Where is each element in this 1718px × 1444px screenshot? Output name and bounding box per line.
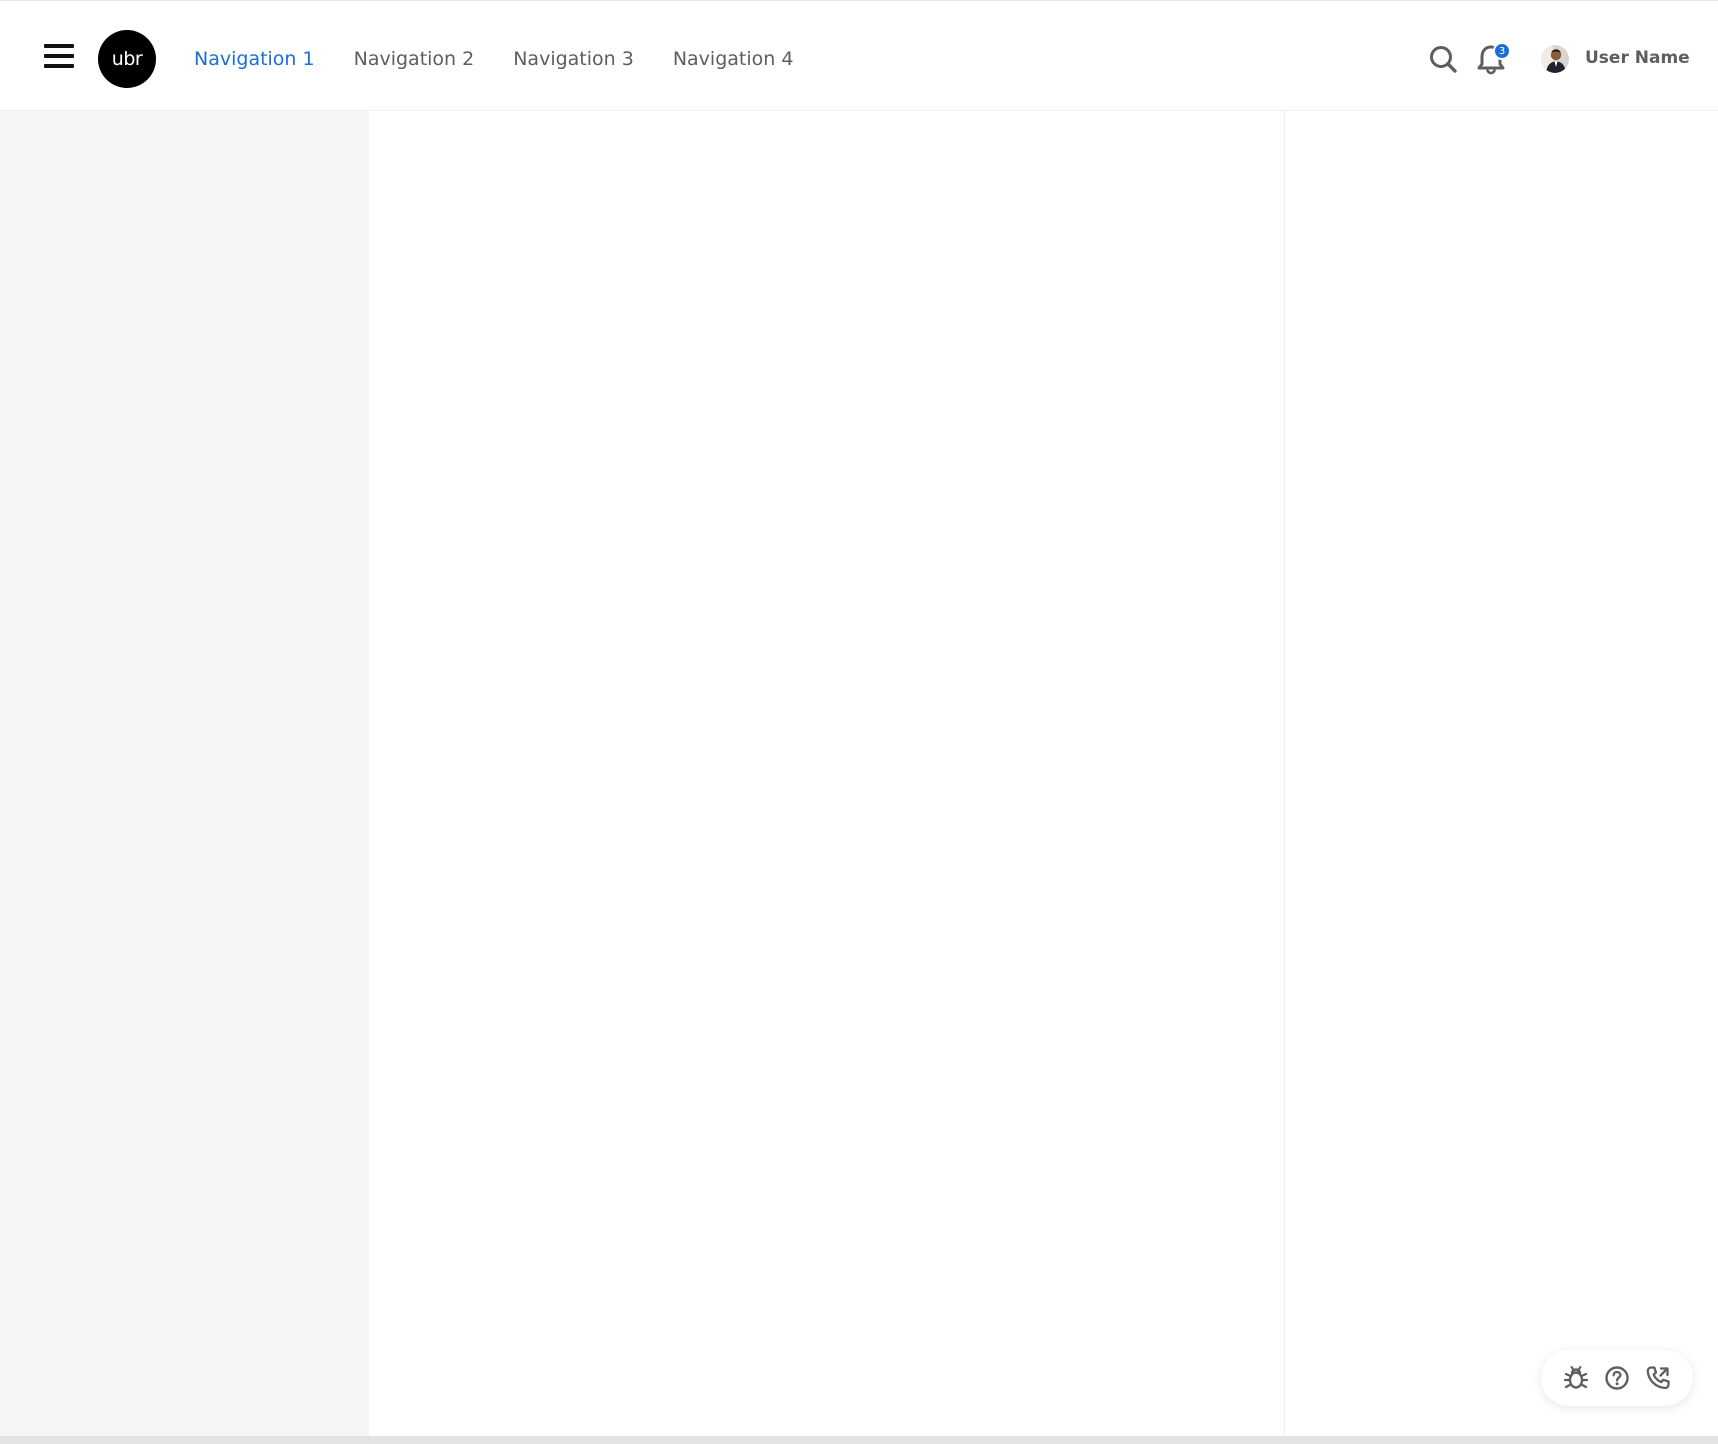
floating-action-group bbox=[1541, 1350, 1693, 1406]
nav-item-4[interactable]: Navigation 4 bbox=[673, 48, 794, 70]
left-sidebar bbox=[0, 111, 369, 1436]
main-content bbox=[369, 111, 1284, 1436]
user-name[interactable]: User Name bbox=[1585, 48, 1690, 68]
search-icon[interactable] bbox=[1428, 44, 1458, 74]
bug-icon[interactable] bbox=[1563, 1365, 1589, 1391]
nav-item-3[interactable]: Navigation 3 bbox=[513, 48, 634, 70]
nav-item-1[interactable]: Navigation 1 bbox=[194, 48, 315, 70]
logo[interactable]: ubr bbox=[98, 30, 156, 88]
avatar[interactable] bbox=[1541, 45, 1569, 73]
logo-text: ubr bbox=[111, 48, 143, 70]
notification-badge: 3 bbox=[1493, 42, 1511, 60]
primary-nav: Navigation 1 Navigation 2 Navigation 3 N… bbox=[194, 45, 832, 73]
hamburger-icon[interactable] bbox=[44, 44, 74, 68]
right-panel bbox=[1284, 111, 1718, 1436]
top-navigation-bar: ubr Navigation 1 Navigation 2 Navigation… bbox=[0, 0, 1718, 111]
phone-icon[interactable] bbox=[1645, 1365, 1671, 1391]
nav-item-2[interactable]: Navigation 2 bbox=[354, 48, 475, 70]
help-circle-icon[interactable] bbox=[1604, 1365, 1630, 1391]
horizontal-scrollbar[interactable] bbox=[0, 1436, 1718, 1444]
